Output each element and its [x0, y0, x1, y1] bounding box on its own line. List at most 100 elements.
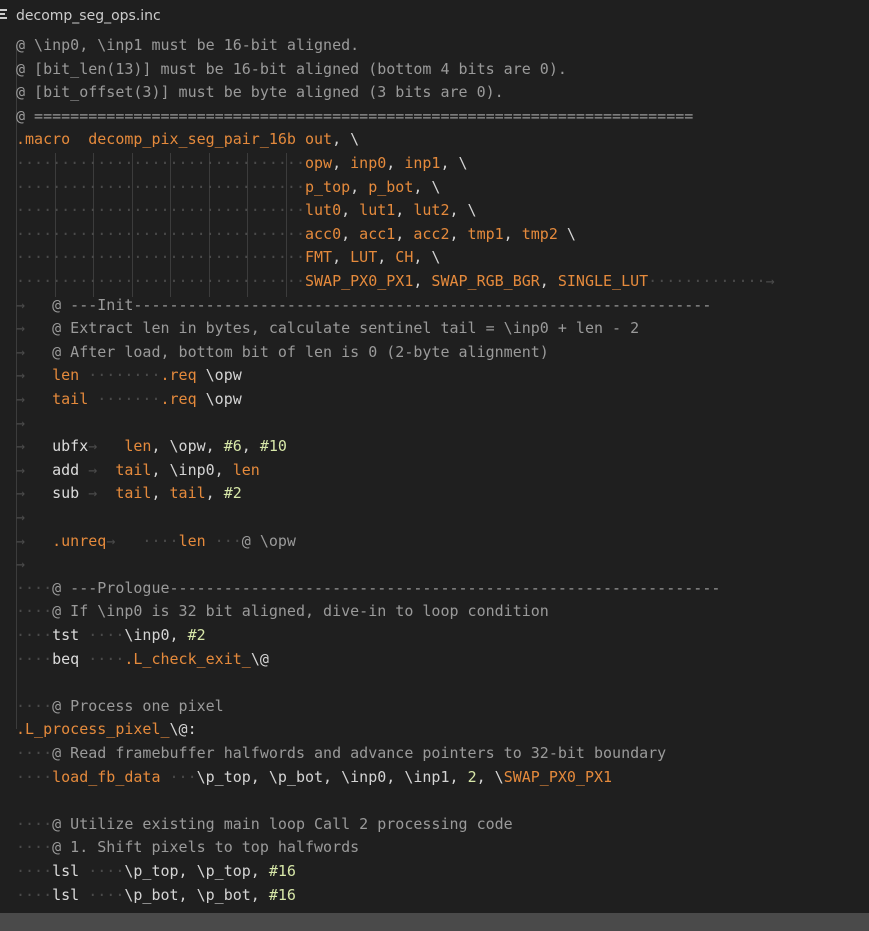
code-token: → [16, 508, 26, 526]
code-token: , [539, 272, 558, 290]
code-line[interactable]: ····lsl ····\p_top, \p_top, #16 [16, 859, 296, 883]
code-line[interactable]: → [16, 552, 25, 576]
code-token: @ ---Prologue---------------------------… [52, 578, 721, 597]
code-token: \opw [196, 366, 242, 385]
code-line[interactable]: → sub → tail, tail, #2 [16, 481, 242, 505]
code-token: ···· [16, 602, 53, 621]
code-token: , [332, 154, 351, 172]
code-token: FMT [304, 248, 333, 267]
code-token: → [88, 437, 125, 456]
code-line[interactable]: ····tst ····\inp0, #2 [16, 623, 206, 647]
code-line[interactable]: ····@ 1. Shift pixels to top halfwords [16, 835, 359, 859]
code-line[interactable]: → ubfx→ len, \opw, #6, #10 [16, 434, 287, 458]
code-line[interactable]: @ [bit_offset(3)] must be byte aligned (… [16, 80, 504, 104]
code-token: \@ [250, 649, 269, 668]
code-token: @ ---Init-------------------------------… [52, 295, 712, 314]
tab-title[interactable]: decomp_seg_ops.inc [16, 8, 161, 24]
code-token: ···· [79, 885, 125, 904]
code-line[interactable]: ································p_top, p… [16, 175, 440, 199]
code-token: opw [304, 154, 333, 172]
code-token: , \ [413, 177, 441, 196]
code-token: tail [115, 460, 152, 479]
code-token: @ \inp0, \inp1 must be 16-bit aligned. [16, 36, 360, 54]
code-token: ···· [79, 649, 125, 668]
code-token: len [52, 366, 80, 385]
code-token: , [332, 248, 351, 267]
code-line[interactable]: → [16, 505, 25, 529]
code-line[interactable]: → .unreq→ ····len ···@ \opw [16, 529, 296, 553]
code-token: , \ [440, 154, 468, 172]
code-token: acc0 [304, 224, 342, 243]
horizontal-scrollbar[interactable] [0, 913, 869, 931]
code-editor[interactable]: @ \inp0, \inp1 must be 16-bit aligned. @ … [0, 33, 869, 913]
code-token: → ···· [106, 531, 179, 550]
code-token: , \opw, [151, 437, 224, 456]
code-line[interactable]: → [16, 411, 25, 435]
code-line[interactable]: ····@ If \inp0 is 32 bit aligned, dive-i… [16, 599, 549, 623]
scrollbar-thumb[interactable] [0, 913, 869, 931]
code-line[interactable]: ································acc0, ac… [16, 222, 576, 246]
code-line[interactable]: @ \inp0, \inp1 must be 16-bit aligned. [16, 33, 359, 57]
code-token: ···· [16, 744, 53, 762]
code-token: inp1 [404, 154, 441, 172]
code-token: p_bot [368, 177, 414, 196]
code-token: tail [169, 484, 206, 503]
code-line[interactable]: → @ After load, bottom bit of len is 0 (… [16, 340, 549, 364]
code-line[interactable]: ····beq ····.L_check_exit_\@ [16, 647, 269, 671]
code-token: lut1 [359, 201, 396, 220]
code-token: \inp0, [124, 626, 188, 644]
code-token: acc1 [359, 224, 396, 243]
code-token: ···· [16, 696, 53, 715]
code-token: tmp1 [467, 224, 504, 243]
code-token: load_fb_data [52, 767, 161, 786]
code-token: CH [395, 248, 414, 267]
code-line[interactable]: ····@ ---Prologue-----------------------… [16, 576, 720, 600]
code-line[interactable]: .L_process_pixel_\@: [16, 717, 197, 741]
code-line[interactable]: @ ======================================… [16, 104, 693, 128]
code-token: .L_process_pixel_ [16, 720, 170, 739]
code-token: ···· [16, 814, 53, 833]
code-token: out [305, 130, 333, 149]
code-line[interactable]: → add → tail, \inp0, len [16, 458, 260, 482]
code-token: .unreq [52, 531, 107, 550]
code-line[interactable]: ································FMT, LUT… [16, 245, 440, 269]
code-token: ································ [16, 154, 305, 172]
code-line[interactable]: → len ········.req \opw [16, 363, 242, 387]
code-token: ··· [160, 767, 197, 786]
code-line[interactable]: ····@ Read framebuffer halfwords and adv… [16, 741, 666, 765]
code-token: , [341, 224, 360, 243]
code-token: lut0 [304, 201, 342, 220]
code-line[interactable]: → @ Extract len in bytes, calculate sent… [16, 316, 639, 340]
file-lines-icon [0, 9, 7, 21]
code-token: lsl [52, 862, 80, 880]
code-token: , \ [413, 248, 441, 267]
code-token: p_top [304, 177, 351, 196]
code-line[interactable]: → tail ·······.req \opw [16, 387, 242, 411]
code-line[interactable]: .macro decomp_pix_seg_pair_16b out, \ [16, 127, 359, 151]
code-token: ···· [16, 767, 53, 786]
code-token: , \ [449, 201, 477, 220]
code-token: ···· [79, 626, 125, 644]
code-token: \ [557, 224, 576, 243]
code-line[interactable]: ····load_fb_data ···\p_top, \p_bot, \inp… [16, 765, 612, 789]
code-line[interactable]: @ [bit_len(13)] must be 16-bit aligned (… [16, 57, 567, 81]
code-line[interactable]: → @ ---Init-----------------------------… [16, 293, 711, 317]
code-token: ···· [79, 862, 125, 880]
code-token: , [395, 224, 414, 243]
code-line[interactable]: ································SWAP_PX0… [16, 269, 775, 293]
code-line[interactable]: ································opw, inp… [16, 151, 468, 175]
code-token: tmp2 [521, 224, 558, 243]
editor-tab-bar: decomp_seg_ops.inc [0, 0, 869, 32]
code-token: , \inp0, [151, 460, 233, 479]
code-token: → [16, 366, 53, 385]
code-token: .macro [16, 130, 71, 149]
code-token: lut2 [413, 201, 450, 220]
code-line[interactable]: ····@ Utilize existing main loop Call 2 … [16, 812, 513, 836]
code-line[interactable]: ································lut0, lu… [16, 198, 477, 222]
code-line[interactable]: ····lsl ····\p_bot, \p_bot, #16 [16, 883, 296, 907]
code-line[interactable]: ····@ Process one pixel [16, 694, 224, 718]
code-token: , [205, 484, 224, 503]
code-token: @ [bit_len(13)] must be 16-bit aligned (… [16, 59, 567, 78]
code-token: , [341, 201, 360, 220]
